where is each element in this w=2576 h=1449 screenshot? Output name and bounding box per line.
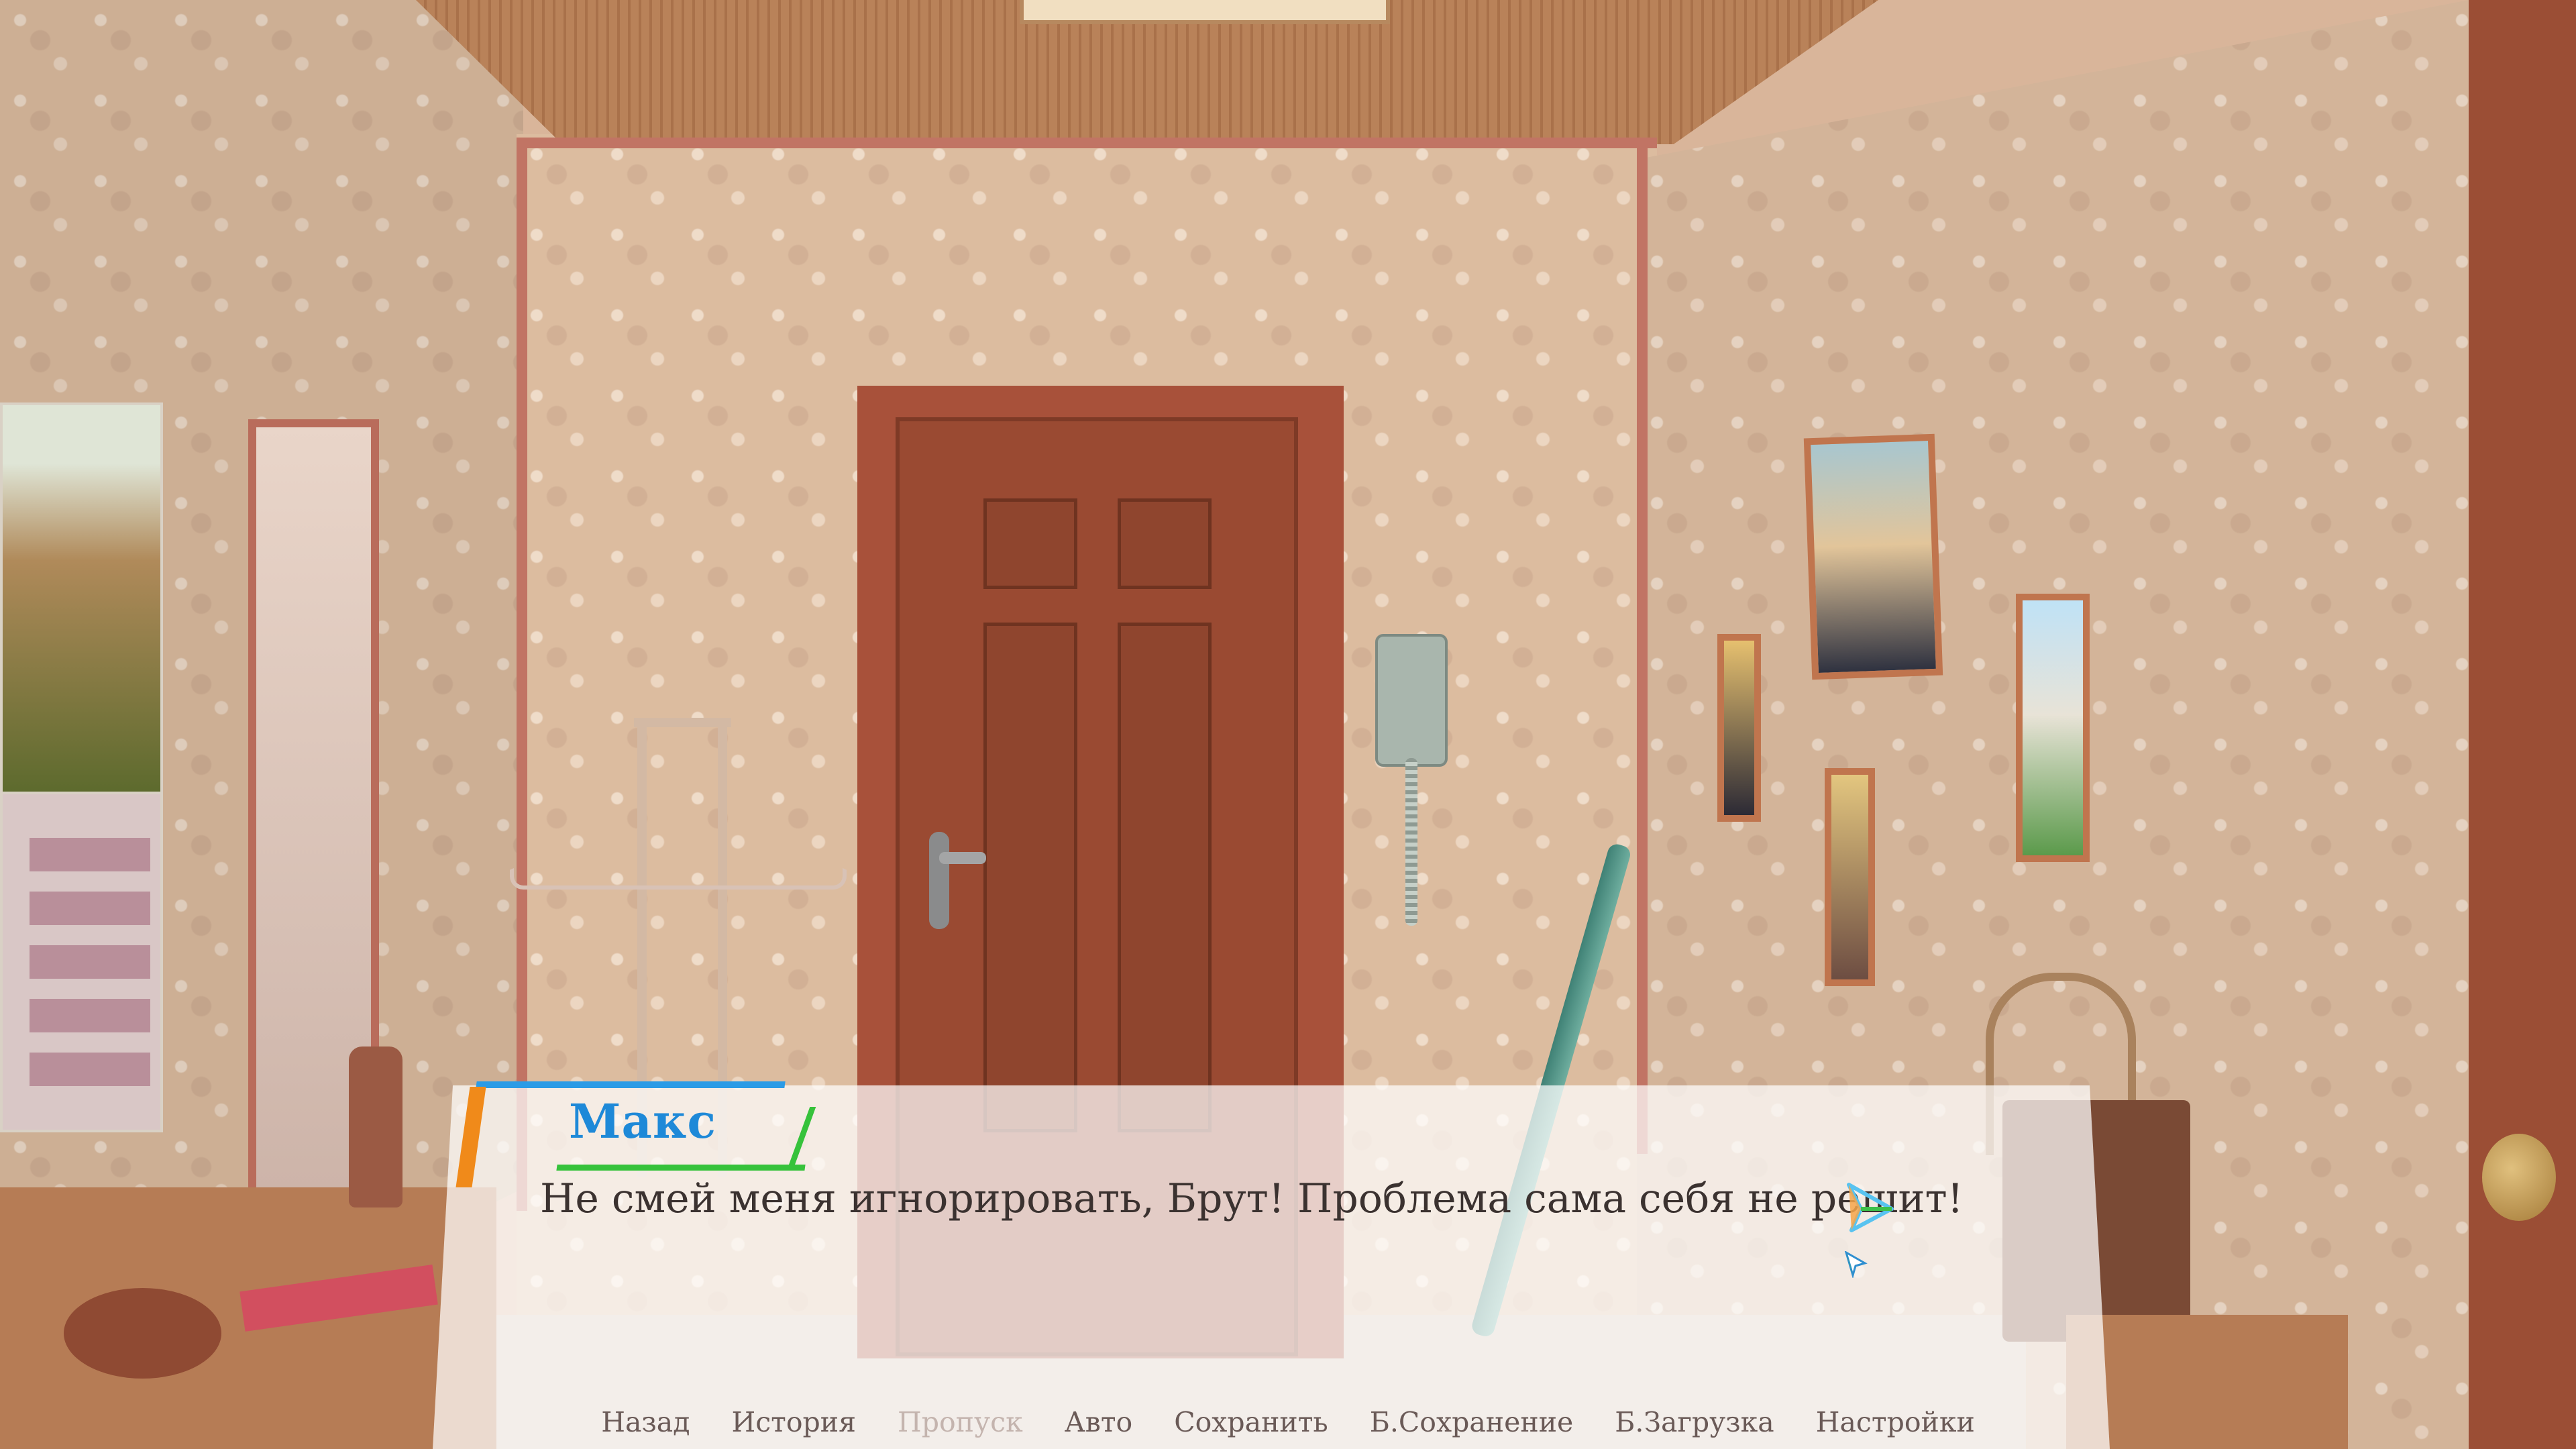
paper-plane-icon[interactable] xyxy=(1846,1182,1894,1233)
speaker-name: Макс xyxy=(569,1093,717,1149)
door-handle xyxy=(929,832,949,929)
door-lever xyxy=(939,852,986,864)
calendar-block xyxy=(30,1053,150,1086)
calendar-block xyxy=(30,838,150,871)
door-panel xyxy=(1118,623,1212,1132)
quick-menu-skip[interactable]: Пропуск xyxy=(898,1406,1023,1449)
door-panel xyxy=(1118,498,1212,589)
open-door-edge xyxy=(2469,0,2576,1449)
coat-rack xyxy=(634,718,731,727)
wall-trim xyxy=(1637,148,1648,1154)
calendar-block xyxy=(30,999,150,1032)
quick-menu-quick-save[interactable]: Б.Сохранение xyxy=(1370,1406,1574,1449)
namebox-accent-green xyxy=(556,1165,806,1171)
calendar-block xyxy=(30,945,150,979)
calendar-block xyxy=(30,892,150,925)
quick-menu-back[interactable]: Назад xyxy=(601,1406,690,1449)
wall-picture xyxy=(2016,594,2090,862)
quick-menu-preferences[interactable]: Настройки xyxy=(1816,1406,1975,1449)
quick-menu-history[interactable]: История xyxy=(731,1406,856,1449)
quick-menu-quick-load[interactable]: Б.Загрузка xyxy=(1615,1406,1774,1449)
door-panel xyxy=(983,498,1077,589)
bowl xyxy=(64,1288,221,1379)
wall-picture xyxy=(1717,634,1761,822)
wall-trim xyxy=(517,138,527,1211)
wall-calendar xyxy=(0,792,163,1132)
intercom xyxy=(1375,634,1448,767)
mouse-cursor-icon xyxy=(1844,1251,1868,1278)
quick-menu-auto[interactable]: Авто xyxy=(1065,1406,1133,1449)
namebox-accent-green xyxy=(786,1107,816,1171)
ceiling-light xyxy=(1020,0,1390,24)
quick-menu-save[interactable]: Сохранить xyxy=(1174,1406,1328,1449)
wall-trim xyxy=(517,138,1657,148)
door-knob xyxy=(2482,1134,2556,1221)
door-panel xyxy=(983,623,1077,1132)
wall-picture xyxy=(1803,433,1943,680)
quick-menu: Назад История Пропуск Авто Сохранить Б.С… xyxy=(0,1406,2576,1449)
dialogue-text: Не смей меня игнорировать, Брут! Проблем… xyxy=(540,1175,1964,1222)
namebox-accent-blue xyxy=(476,1081,786,1088)
landscape-poster xyxy=(0,402,163,797)
intercom-cord xyxy=(1405,758,1417,926)
wall-picture xyxy=(1825,768,1875,986)
vase xyxy=(349,1046,402,1208)
